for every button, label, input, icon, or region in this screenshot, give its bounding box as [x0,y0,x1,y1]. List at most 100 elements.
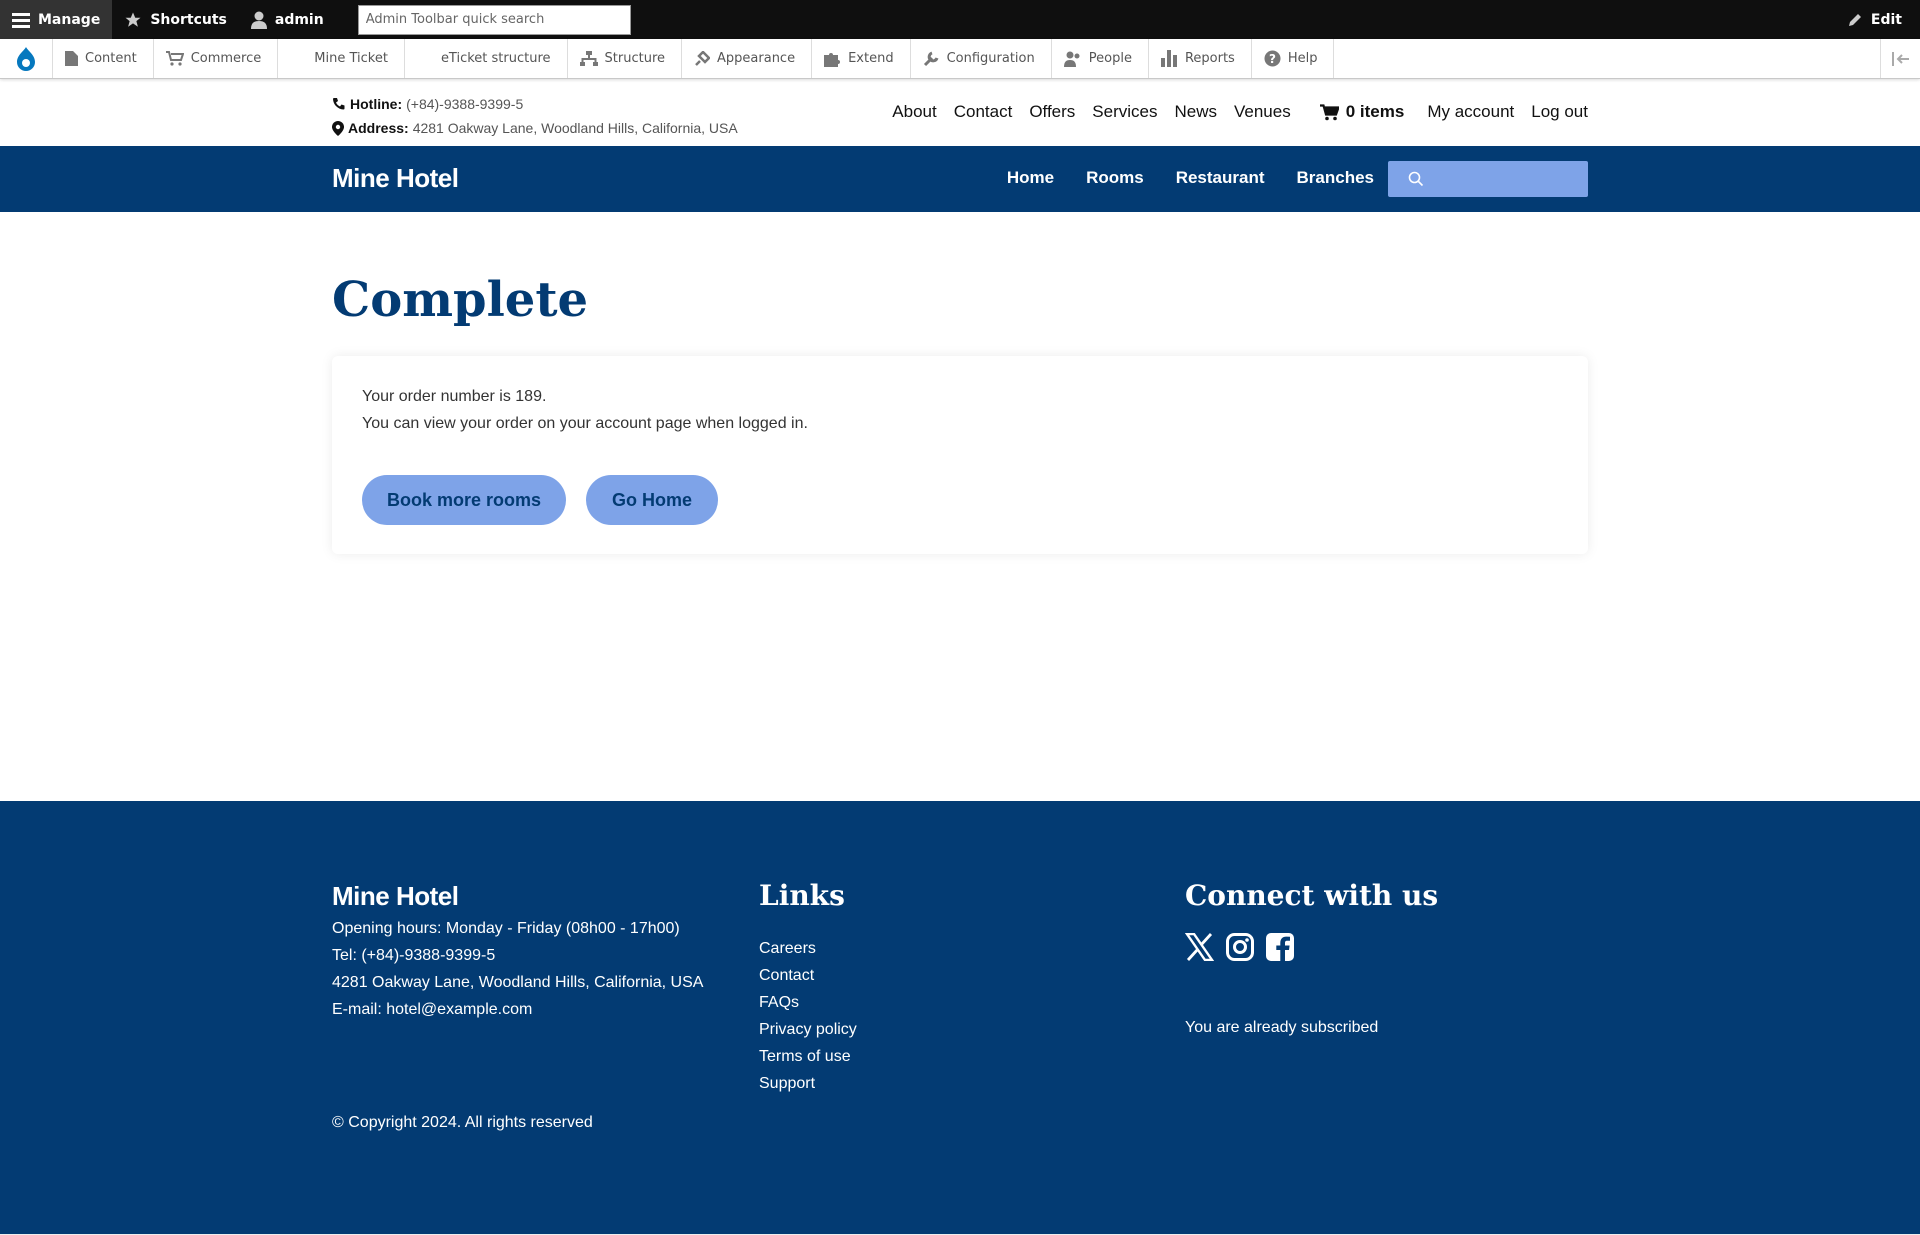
top-links: About Contact Offers Services News Venue… [892,102,1588,122]
top-link-services[interactable]: Services [1092,102,1157,122]
tray-item-content[interactable]: Content [53,39,154,78]
tray-label: Extend [848,51,894,66]
tray-item-people[interactable]: People [1052,39,1149,78]
footer-address: 4281 Oakway Lane, Woodland Hills, Califo… [332,974,704,991]
main-nav: Home Rooms Restaurant Branches [1007,168,1374,188]
cart-link[interactable]: 0 items [1319,102,1405,122]
footer-link-faqs[interactable]: FAQs [759,989,857,1016]
top-link-contact[interactable]: Contact [954,102,1013,122]
collapse-icon [1891,51,1909,66]
tray-item-help[interactable]: ? Help [1252,39,1335,78]
subscribed-text: You are already subscribed [1185,1019,1379,1036]
help-icon: ? [1264,50,1281,67]
hotline-value: (+84)-9388-9399-5 [406,96,524,112]
shortcuts-label: Shortcuts [150,11,227,28]
footer-links: Careers Contact FAQs Privacy policy Term… [759,935,857,1097]
user-label: admin [274,11,324,28]
tray-label: People [1088,51,1132,66]
tray-item-appearance[interactable]: Appearance [682,39,813,78]
tray-item-eticket-structure[interactable]: eTicket structure [405,39,568,78]
footer-link-support[interactable]: Support [759,1070,857,1097]
tray-item-extend[interactable]: Extend [812,39,911,78]
user-icon [250,11,267,29]
tray-item-configuration[interactable]: Configuration [911,39,1052,78]
cart-label: 0 items [1345,102,1405,121]
svg-text:?: ? [1269,52,1276,66]
tray-label: Structure [604,51,666,66]
tray-label: Reports [1184,51,1235,66]
tray-item-mine-ticket[interactable]: Mine Ticket [278,39,405,78]
admin-search-input[interactable] [357,4,631,35]
address-label: Address: [348,120,409,136]
site-brand[interactable]: Mine Hotel [332,163,459,194]
site-footer: Mine Hotel Opening hours: Monday - Frida… [0,801,1920,1235]
social-links [1185,933,1294,961]
footer-info: Opening hours: Monday - Friday (08h00 - … [332,915,703,1023]
footer-brand: Mine Hotel [332,881,459,911]
address-value: 4281 Oakway Lane, Woodland Hills, Califo… [412,120,738,136]
contact-info: Hotline: (+84)-9388-9399-5 Address: 4281… [332,92,738,140]
user-button[interactable]: admin [239,0,336,39]
top-link-about[interactable]: About [892,102,936,122]
footer-tel: Tel: (+84)-9388-9399-5 [332,947,496,964]
edit-label: Edit [1870,11,1902,28]
page-title: Complete [332,272,589,328]
tray-label: Commerce [190,51,262,66]
nav-restaurant[interactable]: Restaurant [1176,168,1265,188]
drupal-icon [17,46,35,71]
facebook-icon[interactable] [1266,933,1294,961]
go-home-button[interactable]: Go Home [586,475,718,525]
shortcuts-button[interactable]: Shortcuts [112,0,239,39]
cart-icon [165,51,184,66]
brush-icon [695,50,711,66]
tray-item-commerce[interactable]: Commerce [154,39,279,78]
nav-rooms[interactable]: Rooms [1086,168,1144,188]
footer-links-heading: Links [759,879,845,912]
tray-label: Configuration [946,51,1035,66]
manage-button[interactable]: Manage [0,0,113,39]
copyright: © Copyright 2024. All rights reserved [332,1114,593,1131]
top-link-venues[interactable]: Venues [1234,102,1291,122]
tray-collapse-button[interactable] [1880,39,1920,78]
order-account-text: You can view your order on your account … [362,415,808,432]
top-link-offers[interactable]: Offers [1029,102,1075,122]
manage-label: Manage [38,11,101,28]
footer-link-contact[interactable]: Contact [759,962,857,989]
tray-label: Appearance [717,51,796,66]
instagram-icon[interactable] [1226,933,1254,961]
people-icon [1063,51,1080,67]
edit-button[interactable]: Edit [1835,0,1920,39]
site-topbar: Hotline: (+84)-9388-9399-5 Address: 4281… [0,80,1920,146]
book-more-rooms-button[interactable]: Book more rooms [362,475,566,525]
main-navbar: Mine Hotel Home Rooms Restaurant Branche… [0,146,1920,212]
tray-label: Help [1287,51,1318,66]
order-number-text: Your order number is 189. [362,388,547,405]
map-pin-icon [332,120,344,136]
puzzle-icon [824,52,841,67]
sitemap-icon [579,51,598,66]
hamburger-icon [12,12,30,28]
my-account-link[interactable]: My account [1427,102,1514,122]
hotline-row: Hotline: (+84)-9388-9399-5 [332,92,738,116]
nav-search-input[interactable] [1388,161,1588,197]
footer-link-careers[interactable]: Careers [759,935,857,962]
drupal-logo[interactable] [0,39,53,78]
logout-link[interactable]: Log out [1531,102,1588,122]
star-icon [125,12,141,27]
x-icon[interactable] [1185,933,1214,961]
admin-tray: Content Commerce Mine Ticket eTicket str… [0,39,1920,79]
phone-icon [333,98,345,110]
footer-link-terms[interactable]: Terms of use [759,1043,857,1070]
order-complete-card: Your order number is 189. You can view y… [332,356,1588,554]
top-link-news[interactable]: News [1174,102,1217,122]
file-icon [65,51,78,66]
nav-home[interactable]: Home [1007,168,1054,188]
nav-branches[interactable]: Branches [1297,168,1374,188]
footer-opening-hours: Opening hours: Monday - Friday (08h00 - … [332,920,680,937]
hotline-label: Hotline: [350,96,403,112]
wrench-icon [923,51,939,67]
tray-label: eTicket structure [440,51,551,66]
tray-item-structure[interactable]: Structure [568,39,683,78]
tray-item-reports[interactable]: Reports [1149,39,1252,78]
footer-link-privacy[interactable]: Privacy policy [759,1016,857,1043]
